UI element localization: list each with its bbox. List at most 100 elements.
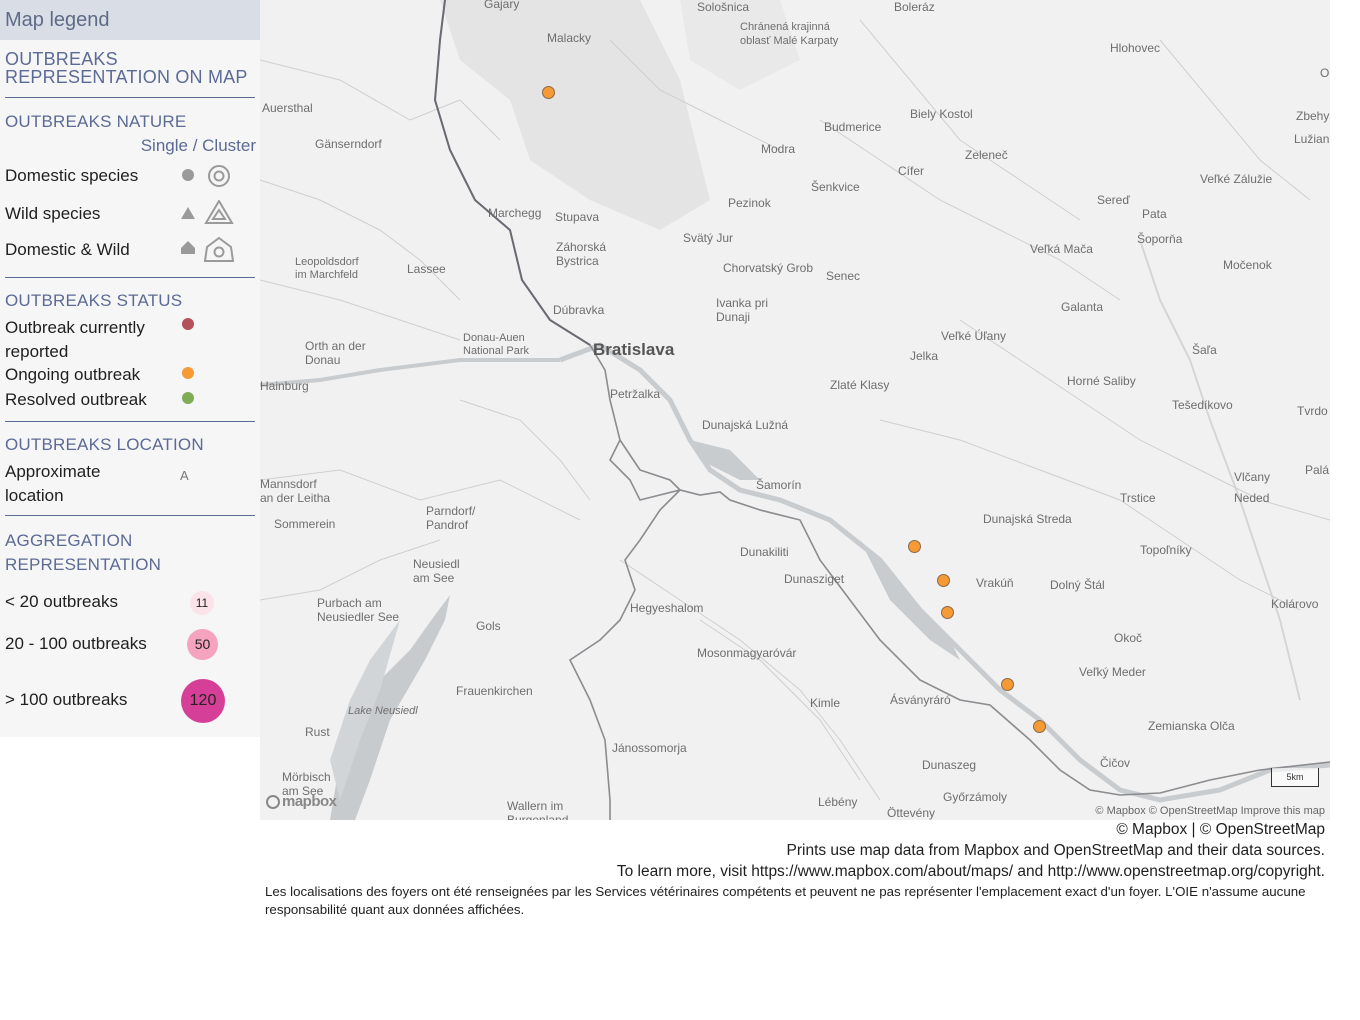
place-samorin: Šamorín bbox=[756, 478, 802, 492]
place-dunajska-luzna: Dunajská Lužná bbox=[702, 418, 789, 432]
place-janossomorja: Jánossomorja bbox=[612, 741, 687, 755]
divider bbox=[5, 515, 255, 516]
place-pata: Pata bbox=[1142, 207, 1167, 221]
footer-disclaimer: Les localisations des foyers ont été ren… bbox=[265, 884, 1306, 917]
place-galanta: Galanta bbox=[1061, 300, 1104, 314]
nature-heading: OUTBREAKS NATURE bbox=[5, 112, 187, 131]
place-hlohovec: Hlohovec bbox=[1110, 41, 1161, 55]
place-velka-maca: Veľká Mača bbox=[1030, 242, 1093, 256]
place-modra: Modra bbox=[761, 142, 796, 156]
wild-species-icons bbox=[181, 200, 234, 224]
status-current-label: Outbreak currently reported bbox=[5, 318, 145, 361]
triangle-icon bbox=[181, 207, 195, 219]
place-vrakun: Vrakúň bbox=[976, 576, 1014, 590]
aggregation-heading: AGGREGATION REPRESENTATION bbox=[5, 531, 162, 574]
aggregation-small-bubble: 11 bbox=[190, 591, 214, 615]
place-sala: Šaľa bbox=[1192, 343, 1217, 357]
place-budmerice: Budmerice bbox=[824, 120, 882, 134]
place-stupava: Stupava bbox=[555, 210, 600, 224]
place-pezinok: Pezinok bbox=[728, 196, 771, 210]
place-senkvice: Šenkvice bbox=[811, 180, 860, 194]
approx-location-marker: A bbox=[180, 468, 189, 483]
place-horne-saliby: Horné Saliby bbox=[1067, 374, 1136, 388]
place-marchegg: Marchegg bbox=[488, 206, 542, 220]
house-icon bbox=[181, 241, 195, 254]
place-soporna: Šoporňa bbox=[1137, 232, 1183, 246]
outbreak-marker-ongoing[interactable] bbox=[908, 540, 921, 553]
place-okoc: Okoč bbox=[1114, 631, 1143, 645]
place-oteveny: Öttevény bbox=[887, 806, 936, 820]
place-hegyeshalom: Hegyeshalom bbox=[630, 601, 704, 615]
legend-main-heading: OUTBREAKS REPRESENTATION ON MAP bbox=[5, 49, 248, 87]
place-dubravka: Dúbravka bbox=[553, 303, 605, 317]
place-sered: Sereď bbox=[1097, 193, 1130, 207]
divider bbox=[5, 421, 255, 422]
place-chorvatsky: Chorvatský Grob bbox=[723, 261, 814, 275]
footer-learn-more: To learn more, visit https://www.mapbox.… bbox=[616, 863, 1325, 880]
place-biely-kostol: Biely Kostol bbox=[910, 107, 973, 121]
place-orth: Orth an der Donau bbox=[305, 339, 366, 367]
place-parndorf: Parndorf/ Pandrof bbox=[426, 504, 476, 532]
place-leopoldsdorf: Leopoldsdorf im Marchfeld bbox=[295, 256, 359, 281]
outbreak-marker-ongoing[interactable] bbox=[941, 606, 954, 619]
house-cluster-icon bbox=[203, 236, 235, 262]
place-neusiedl: Neusiedl am See bbox=[413, 557, 460, 585]
map-canvas[interactable]: Bratislava Malacky Stupava Záhorská Byst… bbox=[260, 0, 1330, 820]
aggregation-large-label: > 100 outbreaks bbox=[5, 690, 128, 709]
place-kimle: Kimle bbox=[810, 696, 841, 710]
place-mosonmagyarovar: Mosonmagyaróvár bbox=[697, 646, 797, 660]
place-svaty-jur: Svätý Jur bbox=[683, 231, 734, 245]
place-tesedikovo: Tešedíkovo bbox=[1172, 398, 1233, 412]
legend-title: Map legend bbox=[0, 0, 260, 40]
place-lebeny: Lébény bbox=[818, 795, 858, 809]
place-hainburg: Hainburg bbox=[260, 379, 309, 393]
place-velke-ulany: Veľké Úľany bbox=[941, 329, 1007, 343]
map-legend: Map legend OUTBREAKS REPRESENTATION ON M… bbox=[0, 0, 260, 737]
status-heading: OUTBREAKS STATUS bbox=[5, 291, 183, 310]
nature-wild-label: Wild species bbox=[5, 204, 101, 223]
status-resolved-dot bbox=[182, 392, 194, 404]
place-vlcany: Vlčany Neded bbox=[1234, 470, 1271, 505]
place-cicov: Čičov bbox=[1100, 756, 1131, 770]
place-wallern: Wallern im Burgenland bbox=[507, 799, 569, 820]
place-auersthal: Auersthal bbox=[262, 101, 313, 115]
domestic-species-icons bbox=[182, 165, 230, 187]
nature-columns-label: Single / Cluster bbox=[140, 136, 256, 155]
place-kolarovo: Kolárovo bbox=[1271, 597, 1319, 611]
place-zahorska: Záhorská Bystrica bbox=[556, 240, 607, 268]
place-dunajska-streda: Dunajská Streda bbox=[983, 512, 1072, 526]
circle-icon bbox=[182, 169, 194, 181]
place-senec: Senec bbox=[826, 269, 861, 283]
place-malacky: Malacky bbox=[547, 31, 592, 45]
outbreak-marker-ongoing[interactable] bbox=[1001, 678, 1014, 691]
place-purbach: Purbach am Neusiedler See bbox=[317, 596, 400, 624]
map-attribution[interactable]: © Mapbox © OpenStreetMap Improve this ma… bbox=[1095, 805, 1325, 817]
place-dolny-stal: Dolný Štál bbox=[1050, 578, 1105, 592]
place-pala: Palá bbox=[1305, 463, 1330, 477]
country-border-hu-at bbox=[568, 489, 681, 820]
place-ganserndorf: Gänserndorf bbox=[315, 137, 382, 151]
place-lassee: Lassee bbox=[407, 262, 446, 276]
place-bolerz: Boleráz bbox=[894, 0, 935, 14]
place-mocenok: Močenok bbox=[1223, 258, 1272, 272]
nature-both-label: Domestic & Wild bbox=[5, 240, 130, 259]
place-donau-auen: Donau-Auen National Park bbox=[463, 332, 530, 357]
divider bbox=[5, 97, 255, 98]
aggregation-small-label: < 20 outbreaks bbox=[5, 592, 118, 611]
place-bratislava: Bratislava bbox=[593, 340, 675, 359]
mapbox-logo-text: mapbox bbox=[282, 793, 337, 810]
outbreak-marker-ongoing[interactable] bbox=[542, 86, 555, 99]
outbreak-marker-ongoing[interactable] bbox=[1033, 720, 1046, 733]
place-gajary: Gajary bbox=[484, 0, 520, 11]
place-topolniky: Topoľníky bbox=[1140, 543, 1192, 557]
status-resolved-label: Resolved outbreak bbox=[5, 390, 147, 409]
place-chranena: Chránená krajinná oblasť Malé Karpaty bbox=[740, 21, 839, 47]
place-mannsdorf: Mannsdorf an der Leitha bbox=[260, 477, 331, 505]
place-zelenec: Zeleneč bbox=[965, 148, 1008, 162]
place-lake-neusiedl: Lake Neusiedl bbox=[348, 705, 418, 717]
place-gols: Gols bbox=[476, 619, 501, 633]
location-heading: OUTBREAKS LOCATION bbox=[5, 435, 204, 454]
place-luzianky: Lužianky bbox=[1294, 132, 1330, 146]
mapbox-logo[interactable]: mapbox bbox=[266, 793, 337, 810]
outbreak-marker-ongoing[interactable] bbox=[937, 574, 950, 587]
